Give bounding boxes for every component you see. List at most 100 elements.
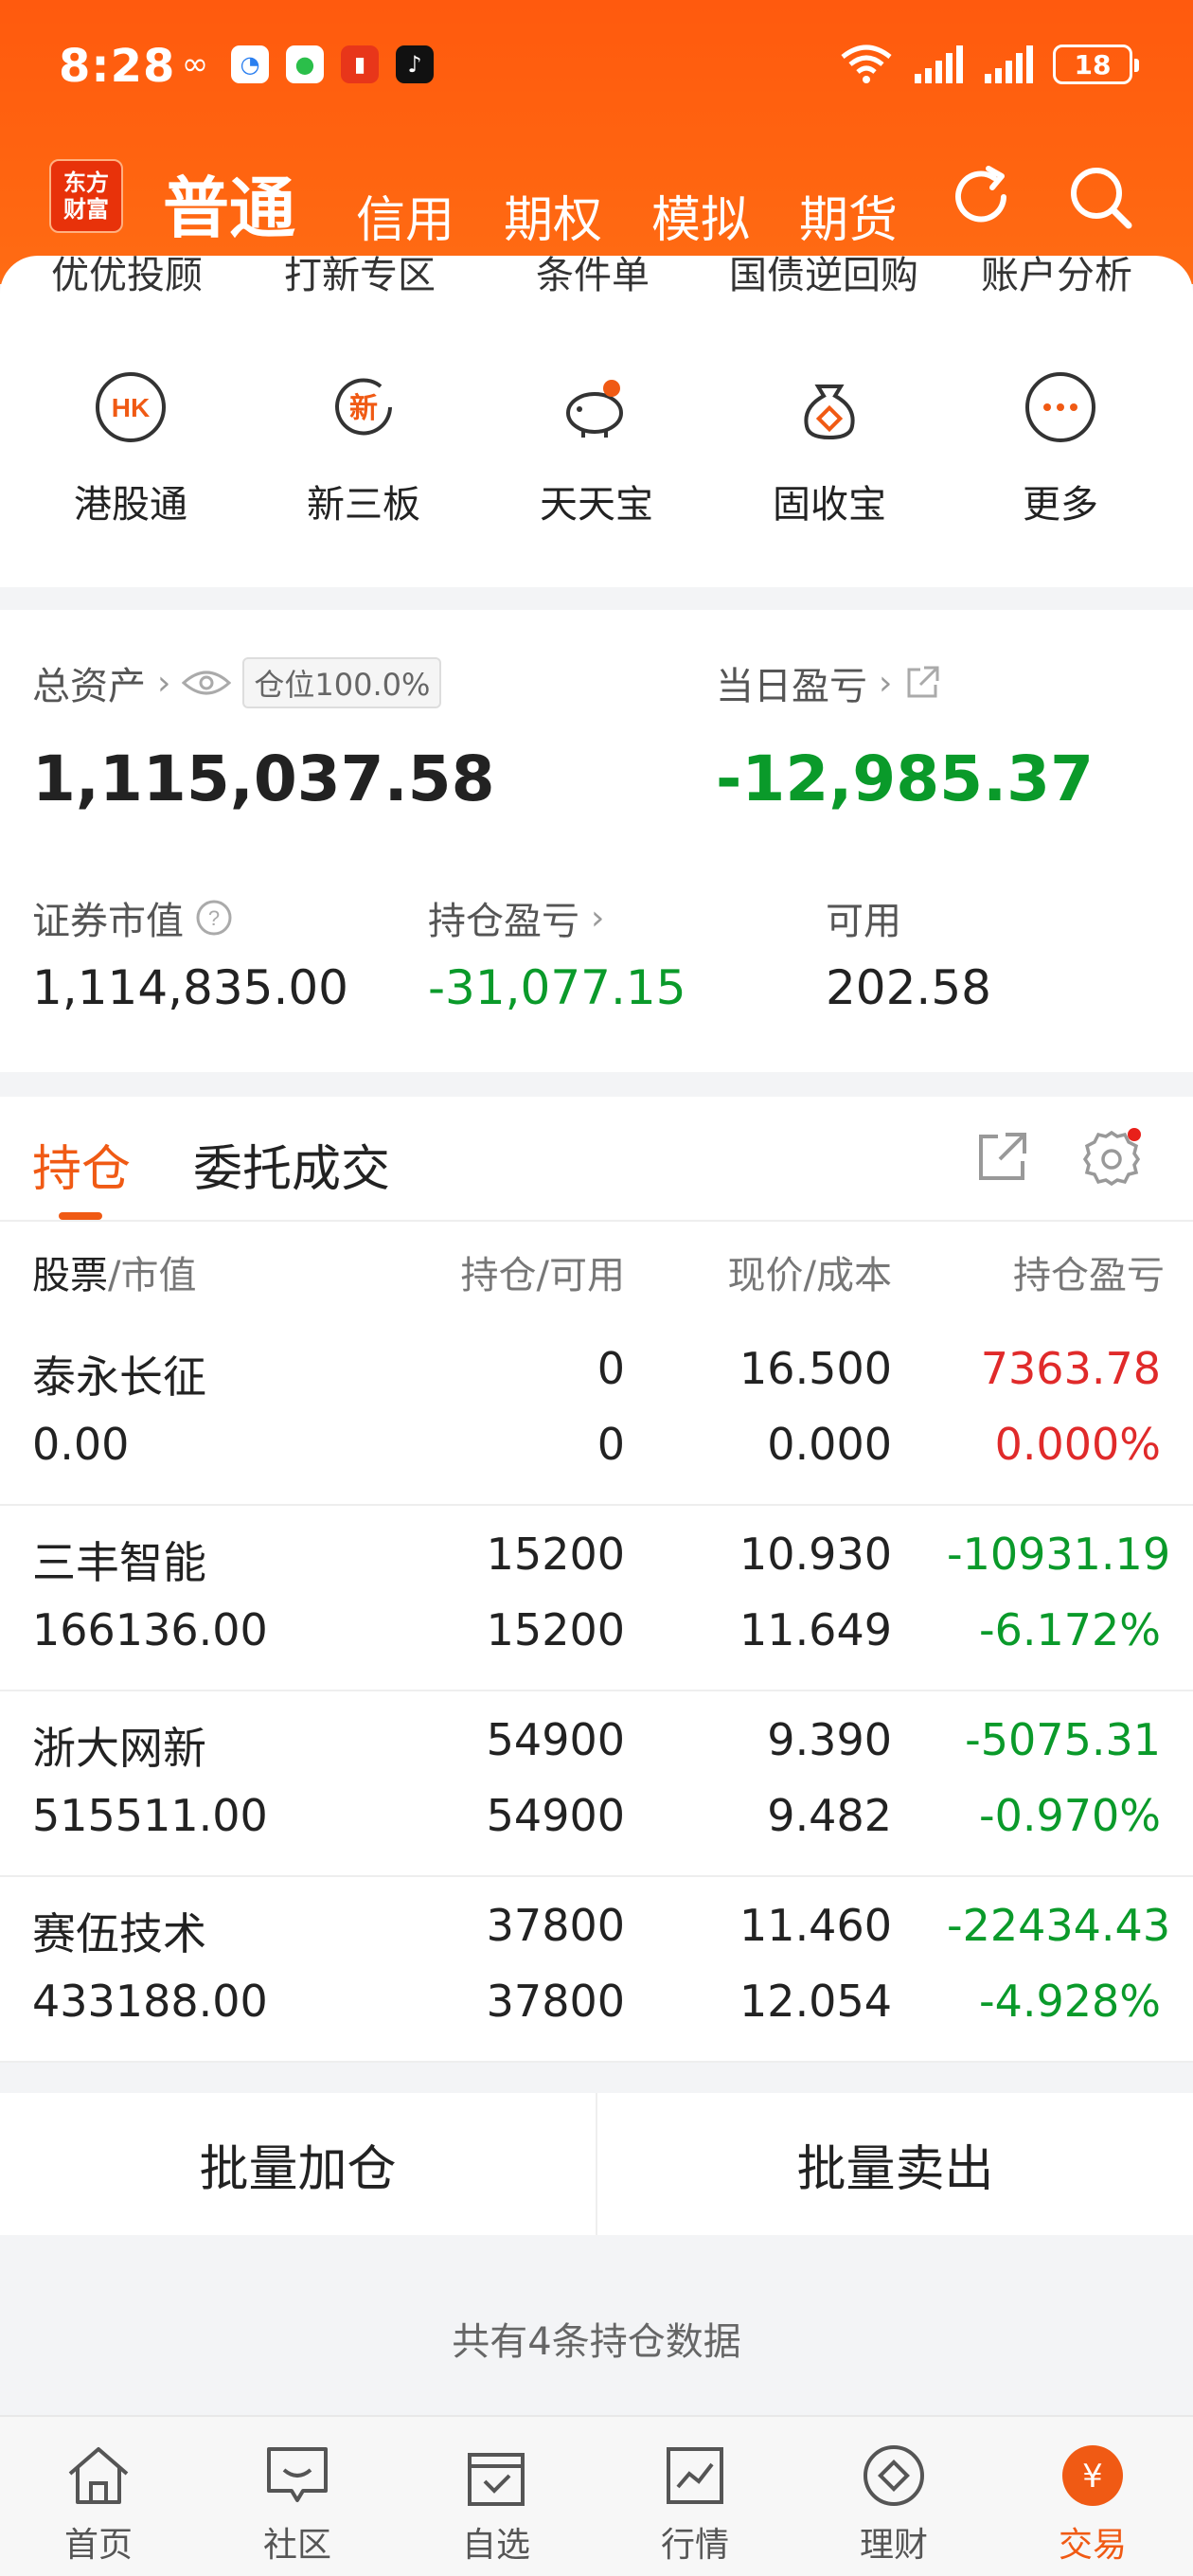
nav-community[interactable]: 社区 <box>231 2440 364 2567</box>
table-row[interactable]: 浙大网新 515511.00 54900 54900 9.390 9.482 -5075.3… <box>0 1691 1193 1877</box>
quick-links-card: 优优投顾 打新专区 条件单 国债逆回购 账户分析 HK 港股通 新 新三板 天天… <box>0 256 1193 587</box>
infinity-icon: ∞ <box>181 45 209 83</box>
position-badge: 仓位100.0% <box>242 657 442 708</box>
money-bag-icon <box>804 385 855 440</box>
tab-options[interactable]: 期权 <box>504 180 602 251</box>
more-icon <box>1025 372 1095 442</box>
nav-market[interactable]: 行情 <box>629 2440 761 2567</box>
nav-trade[interactable]: ¥ 交易 <box>1026 2440 1159 2567</box>
hk-icon: HK <box>96 372 166 442</box>
quick-links-top-row: 优优投顾 打新专区 条件单 国债逆回购 账户分析 <box>0 256 1193 301</box>
current-price: 11.460 <box>739 1900 892 1951</box>
eye-icon[interactable] <box>182 668 232 698</box>
total-assets-value: 1,115,037.58 <box>32 742 495 815</box>
cost-price: 9.482 <box>767 1790 892 1841</box>
holding-qty: 15200 <box>486 1529 625 1580</box>
tab-simulation[interactable]: 模拟 <box>651 180 750 251</box>
piggy-bank-icon <box>566 380 623 438</box>
current-price: 10.930 <box>739 1529 892 1580</box>
nav-wealth[interactable]: 理财 <box>828 2440 960 2567</box>
tab-positions[interactable]: 持仓 <box>32 1129 131 1200</box>
link-reverse-repo[interactable]: 国债逆回购 <box>729 256 918 299</box>
quick-tiantianbao[interactable]: 天天宝 <box>492 369 701 528</box>
col-header-qty: 持仓/可用 <box>460 1254 625 1297</box>
svg-text:新: 新 <box>349 392 378 425</box>
new-board-icon: 新 <box>335 378 392 436</box>
holding-pl: -22434.43 <box>947 1900 1171 1951</box>
stock-market-value: 433188.00 <box>32 1976 268 2027</box>
wechat-icon: ● <box>286 45 324 83</box>
app-logo: 东方 财富 <box>49 159 123 233</box>
status-right: 18 <box>839 44 1139 85</box>
trade-icon: ¥ <box>1062 2445 1123 2506</box>
link-conditional-order[interactable]: 条件单 <box>536 256 650 299</box>
status-time: 8:28 <box>59 40 176 93</box>
available-value: 202.58 <box>826 960 991 1015</box>
tiktok-icon: ♪ <box>396 45 434 83</box>
tab-futures[interactable]: 期货 <box>799 180 898 251</box>
app-header: 8:28 ∞ ◔ ● ▮ ♪ 18 东方 财富 普通 信用 期权 模拟 期货 <box>0 0 1193 284</box>
stock-name: 三丰智能 <box>32 1537 206 1588</box>
holding-pl-pct: -0.970% <box>979 1790 1161 1841</box>
chevron-right-icon: › <box>879 663 893 703</box>
bottom-nav: 首页 社区 自选 行情 理财 ¥ 交易 <box>0 2415 1193 2576</box>
quick-gushoubao[interactable]: 固收宝 <box>725 369 934 528</box>
holding-pl-pct: 0.000% <box>994 1419 1161 1470</box>
export-icon[interactable] <box>975 1131 1028 1184</box>
refresh-icon[interactable] <box>945 161 1017 233</box>
bulk-actions: 批量加仓 批量卖出 <box>0 2093 1193 2235</box>
holding-pl-value: -31,077.15 <box>428 960 686 1015</box>
total-assets-label[interactable]: 总资产 › 仓位100.0% <box>32 655 442 710</box>
quick-new-third-board[interactable]: 新 新三板 <box>259 369 468 528</box>
table-row[interactable]: 泰永长征 0.00 0 0 16.500 0.000 7363.78 0.000% <box>0 1320 1193 1506</box>
tab-normal[interactable]: 普通 <box>163 155 295 251</box>
daily-pl-value: -12,985.37 <box>716 742 1094 815</box>
battery-indicator: 18 <box>1053 45 1139 84</box>
signal-icon <box>915 45 963 83</box>
holding-pl-label[interactable]: 持仓盈亏 › <box>428 890 604 945</box>
stock-name: 泰永长征 <box>32 1351 206 1403</box>
available-qty: 37800 <box>486 1976 625 2027</box>
market-icon <box>667 2447 723 2504</box>
settings-gear-icon[interactable] <box>1081 1127 1142 1188</box>
help-icon[interactable]: ? <box>195 899 233 937</box>
holdings-tabbar: 持仓 委托成交 <box>0 1097 1193 1222</box>
available-qty: 0 <box>596 1419 625 1470</box>
daily-pl-label[interactable]: 当日盈亏 › <box>716 655 941 710</box>
current-price: 9.390 <box>767 1714 892 1765</box>
col-header-price: 现价/成本 <box>727 1254 892 1297</box>
available-label: 可用 <box>826 900 901 943</box>
share-icon[interactable] <box>903 664 941 702</box>
bulk-sell-button[interactable]: 批量卖出 <box>596 2093 1193 2235</box>
signal-icon-2 <box>985 45 1033 83</box>
cost-price: 11.649 <box>739 1604 892 1655</box>
holding-qty: 37800 <box>486 1900 625 1951</box>
col-header-pl: 持仓盈亏 <box>1013 1254 1165 1297</box>
table-row[interactable]: 三丰智能 166136.00 15200 15200 10.930 11.649 -1093… <box>0 1506 1193 1691</box>
tab-orders[interactable]: 委托成交 <box>193 1129 390 1200</box>
search-icon[interactable] <box>1064 161 1136 233</box>
holding-qty: 54900 <box>486 1714 625 1765</box>
battery-alert-icon: ▮ <box>341 45 379 83</box>
cost-price: 0.000 <box>767 1419 892 1470</box>
bulk-add-button[interactable]: 批量加仓 <box>0 2093 596 2235</box>
quick-more[interactable]: 更多 <box>956 369 1165 528</box>
link-ipo[interactable]: 打新专区 <box>284 256 436 299</box>
chevron-right-icon: › <box>591 898 605 938</box>
table-row[interactable]: 赛伍技术 433188.00 37800 37800 11.460 12.054 -2243… <box>0 1877 1193 2063</box>
tab-indicator <box>59 1212 102 1220</box>
link-account-analysis[interactable]: 账户分析 <box>981 256 1132 299</box>
current-price: 16.500 <box>739 1343 892 1394</box>
nav-watchlist[interactable]: 自选 <box>430 2440 562 2567</box>
nav-home[interactable]: 首页 <box>32 2440 165 2567</box>
stock-name: 浙大网新 <box>32 1723 206 1774</box>
link-advisor[interactable]: 优优投顾 <box>51 256 203 299</box>
quick-hk-connect[interactable]: HK 港股通 <box>27 369 235 528</box>
chevron-right-icon: › <box>157 663 171 703</box>
stock-name: 赛伍技术 <box>32 1908 206 1959</box>
cost-price: 12.054 <box>739 1976 892 2027</box>
holding-pl: -10931.19 <box>947 1529 1171 1580</box>
home-icon <box>68 2447 129 2504</box>
tab-credit[interactable]: 信用 <box>356 180 454 251</box>
col-header-stock: 股票/市值 <box>32 1254 197 1297</box>
